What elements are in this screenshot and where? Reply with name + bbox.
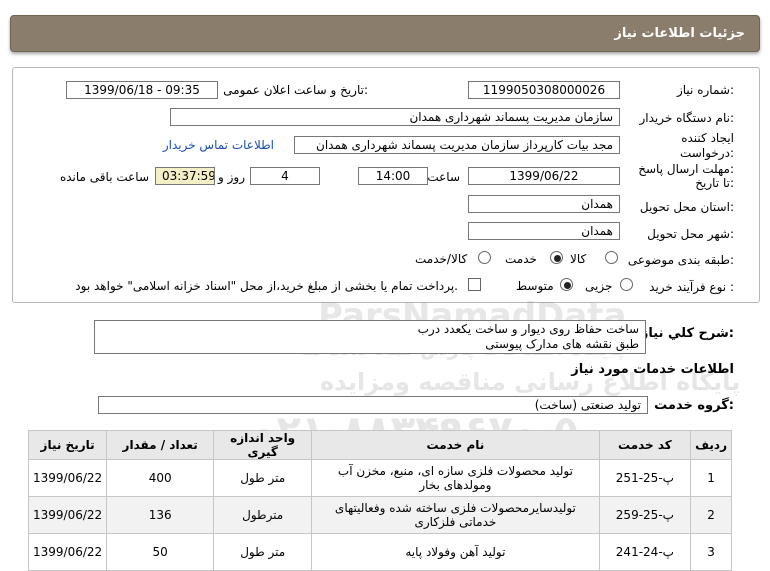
city-field[interactable]: همدان	[468, 222, 620, 240]
cell-unit: متر طول	[213, 533, 313, 571]
category-radio-goods-service[interactable]	[478, 251, 491, 264]
deadline-time-label: ساعت	[427, 170, 460, 184]
table-row[interactable]: 1 پ-25-251 تولید محصولات فلزی سازه ای، م…	[27, 459, 732, 497]
col-header-row-no: ردیف	[690, 430, 732, 460]
description-box[interactable]: ساخت حفاظ روی دیوار و ساخت یکعدد درب طبق…	[94, 320, 646, 354]
remaining-label: ساعت باقی مانده	[59, 170, 149, 184]
service-group-field[interactable]: تولید صنعتی (ساخت)	[98, 396, 648, 414]
buyer-contact-link[interactable]: اطلاعات تماس خریدار	[163, 138, 274, 152]
cell-need-date: 1399/06/22	[27, 496, 108, 534]
cell-unit: متر طول	[213, 459, 313, 497]
col-header-unit: واحد اندازه گیری	[213, 430, 313, 460]
category-radio-goods[interactable]	[605, 251, 618, 264]
category-option-service: خدمت	[505, 252, 537, 266]
table-header-row: ردیف کد خدمت نام خدمت واحد اندازه گیری ت…	[27, 430, 732, 460]
remaining-days-field[interactable]: 4	[250, 167, 320, 185]
cell-quantity: 400	[106, 459, 215, 497]
services-table-container: ردیف کد خدمت نام خدمت واحد اندازه گیری ت…	[27, 430, 732, 571]
service-group-label: گروه خدمت:	[654, 398, 734, 413]
cell-row-no: 3	[690, 533, 732, 571]
process-type-label: نوع فرآیند خرید :	[649, 280, 734, 294]
services-table: ردیف کد خدمت نام خدمت واحد اندازه گیری ت…	[27, 430, 732, 571]
cell-service-code: پ-25-251	[598, 459, 692, 497]
need-info-panel	[12, 67, 760, 303]
process-radio-minor[interactable]	[620, 278, 633, 291]
creator-label-line2: درخواست:	[680, 146, 734, 160]
deadline-date-field[interactable]: 1399/06/22	[468, 167, 620, 185]
creator-field[interactable]: مجد بیات کارپرداز سازمان مدیریت پسماند ش…	[294, 136, 620, 154]
days-label: روز و	[218, 170, 245, 184]
col-header-service-name: نام خدمت	[311, 430, 600, 460]
col-header-need-date: تاریخ نیاز	[27, 430, 108, 460]
col-header-quantity: تعداد / مقدار	[106, 430, 215, 460]
deadline-time-field[interactable]: 14:00	[358, 167, 428, 185]
table-row[interactable]: 3 پ-24-241 تولید آهن وفولاد پایه متر طول…	[27, 533, 732, 571]
cell-row-no: 1	[690, 459, 732, 497]
category-option-goods-service: کالا/خدمت	[415, 252, 468, 266]
category-radio-service[interactable]	[550, 251, 563, 264]
cell-service-name: تولید آهن وفولاد پایه	[311, 533, 600, 571]
buyer-org-label: نام دستگاه خریدار:	[639, 111, 735, 125]
deadline-label-line2: تا تاریخ:	[695, 176, 734, 190]
process-option-minor: جزیی	[585, 279, 613, 293]
cell-quantity: 136	[106, 496, 215, 534]
announce-datetime-field[interactable]: 1399/06/18 - 09:35	[66, 81, 218, 99]
cell-row-no: 2	[690, 496, 732, 534]
description-line-2: طبق نقشه های مدارک پیوستی	[485, 337, 639, 351]
cell-unit: مترطول	[213, 496, 313, 534]
city-label: شهر محل تحویل:	[647, 227, 734, 241]
page-header: جزئیات اطلاعات نیاز	[10, 15, 760, 52]
page-title: جزئیات اطلاعات نیاز	[614, 26, 745, 41]
cell-quantity: 50	[106, 533, 215, 571]
remaining-time-field: 03:37:59	[155, 167, 215, 185]
cell-service-name: تولیدسایرمحصولات فلزی ساخته شده وفعالیته…	[311, 496, 600, 534]
announce-datetime-label: تاریخ و ساعت اعلان عمومی:	[223, 83, 368, 97]
cell-need-date: 1399/06/22	[27, 533, 108, 571]
need-number-field[interactable]: 1199050308000026	[468, 81, 620, 99]
treasury-payment-note: پرداخت تمام یا بخشی از مبلغ خرید،از محل …	[75, 279, 458, 293]
description-line-1: ساخت حفاظ روی دیوار و ساخت یکعدد درب	[417, 322, 639, 336]
col-header-service-code: کد خدمت	[598, 430, 692, 460]
table-row[interactable]: 2 پ-25-259 تولیدسایرمحصولات فلزی ساخته ش…	[27, 496, 732, 534]
process-radio-medium[interactable]	[560, 278, 573, 291]
cell-service-code: پ-24-241	[598, 533, 692, 571]
services-section-title: اطلاعات خدمات مورد نیاز	[571, 362, 734, 377]
category-label: طبقه بندی موضوعی:	[627, 253, 734, 267]
cell-need-date: 1399/06/22	[27, 459, 108, 497]
buyer-org-field[interactable]: سازمان مدیریت پسماند شهرداری همدان	[170, 108, 620, 126]
category-option-goods: کالا	[570, 252, 587, 266]
cell-service-code: پ-25-259	[598, 496, 692, 534]
province-label: استان محل تحویل:	[639, 200, 734, 214]
process-option-medium: متوسط	[516, 279, 554, 293]
need-number-label: شماره نیاز:	[676, 83, 734, 97]
province-field[interactable]: همدان	[468, 195, 620, 213]
creator-label-line1: ایجاد کننده	[681, 131, 734, 145]
description-label: شرح كلي نياز:	[640, 326, 734, 341]
treasury-payment-checkbox[interactable]	[468, 278, 481, 291]
deadline-label-line1: مهلت ارسال پاسخ:	[638, 162, 734, 176]
cell-service-name: تولید محصولات فلزی سازه ای، منبع، مخزن آ…	[311, 459, 600, 497]
